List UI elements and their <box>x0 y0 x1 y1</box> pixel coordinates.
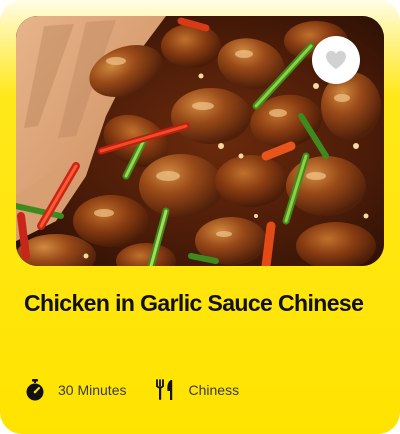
recipe-title: Chicken in Garlic Sauce Chinese <box>24 290 364 316</box>
cuisine-info: Chiness <box>154 379 239 401</box>
timer-icon <box>24 379 46 401</box>
duration-text: 30 Minutes <box>58 382 127 398</box>
recipe-card[interactable]: Chicken in Garlic Sauce Chinese 30 Minut… <box>0 0 400 434</box>
cuisine-text: Chiness <box>188 382 240 398</box>
recipe-meta: 30 Minutes Chiness <box>24 377 239 403</box>
heart-icon <box>326 50 346 70</box>
favorite-button[interactable] <box>312 36 360 84</box>
duration-info: 30 Minutes <box>24 379 126 401</box>
fork-knife-icon <box>154 379 176 401</box>
